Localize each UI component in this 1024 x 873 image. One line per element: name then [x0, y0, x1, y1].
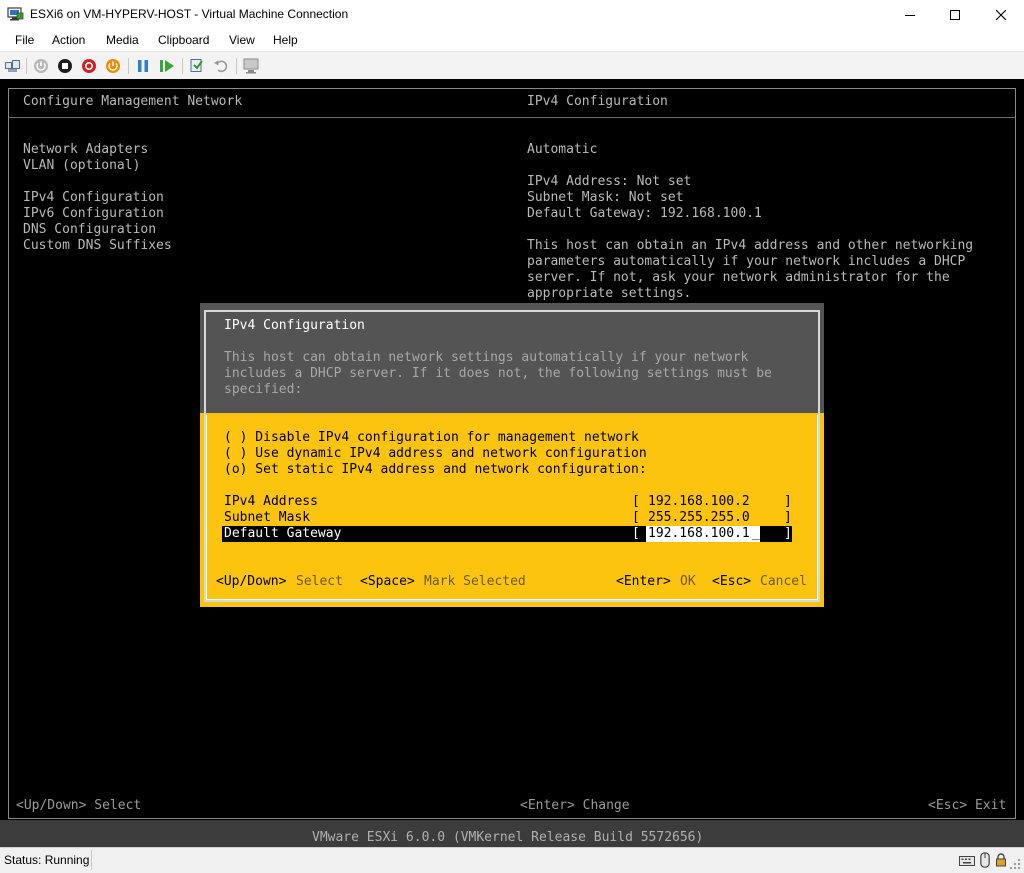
pause-button[interactable] — [134, 57, 152, 75]
status-bar: Status: Running — [0, 847, 1024, 873]
menu-action[interactable]: Action — [52, 33, 85, 47]
ctrl-alt-del-icon — [5, 60, 20, 72]
toolbar-separator — [182, 58, 183, 74]
default-gateway-field[interactable]: 192.168.100.1 — [648, 526, 750, 542]
toolbar-separator — [26, 58, 27, 74]
info-description-line: appropriate settings. — [527, 286, 692, 301]
hint-space-key: <Space> — [360, 574, 415, 589]
ipv4-address-label: IPv4 Address — [224, 494, 318, 509]
menu-view[interactable]: View — [229, 33, 255, 47]
start-icon — [34, 59, 48, 73]
status-divider — [91, 850, 92, 870]
hint-esc-key[interactable]: <Esc> — [712, 574, 751, 590]
minimize-button[interactable] — [887, 0, 933, 29]
vm-console-screen[interactable]: Configure Management Network IPv4 Config… — [0, 79, 1024, 847]
dialog-title: IPv4 Configuration — [224, 318, 365, 333]
default-gateway-bracket-open: [ — [632, 526, 640, 541]
enhanced-session-icon — [243, 58, 259, 74]
info-description-line: server. If not, ask your network adminis… — [527, 270, 950, 285]
hint-updown-key: <Up/Down> — [216, 574, 287, 589]
menu-vlan[interactable]: VLAN (optional) — [23, 158, 140, 174]
revert-button[interactable] — [212, 57, 230, 75]
ipv4-address-bracket-open: [ — [632, 494, 640, 509]
right-panel-title: IPv4 Configuration — [527, 94, 668, 109]
text-cursor: _ — [752, 526, 760, 541]
vm-status: Status: Running — [4, 853, 90, 867]
menu-help[interactable]: Help — [273, 33, 298, 47]
footer-change-hint: <Enter> Change — [520, 798, 630, 813]
hint-space-label: Mark Selected — [424, 574, 526, 589]
info-description-line: This host can obtain an IPv4 address and… — [527, 238, 974, 253]
hint-enter-label[interactable]: OK — [680, 574, 696, 590]
footer-select-hint: <Up/Down> Select — [16, 798, 142, 813]
revert-icon — [214, 60, 228, 73]
hint-enter-key[interactable]: <Enter> — [616, 574, 671, 590]
window-title: ESXi6 on VM-HYPERV-HOST - Virtual Machin… — [30, 7, 349, 21]
menu-ipv4-configuration[interactable]: IPv4 Configuration — [23, 190, 164, 206]
subnet-mask-field[interactable]: 255.255.255.0 — [648, 510, 750, 526]
dialog-description-line: includes a DHCP server. If it does not, … — [224, 366, 772, 381]
checkpoint-button[interactable] — [188, 57, 206, 75]
turn-off-icon — [58, 59, 72, 73]
ipv4-mode: Automatic — [527, 142, 598, 157]
hint-updown-label: Select — [296, 574, 343, 589]
left-panel-title: Configure Management Network — [23, 94, 243, 109]
esxi-version: VMware ESXi 6.0.0 (VMKernel Release Buil… — [312, 830, 704, 845]
subnet-mask-bracket-open: [ — [632, 510, 640, 525]
menu-dns-configuration[interactable]: DNS Configuration — [23, 222, 156, 238]
maximize-icon — [950, 9, 960, 20]
lock-icon — [995, 853, 1007, 872]
mouse-icon — [980, 852, 990, 873]
hint-esc-label[interactable]: Cancel — [760, 574, 807, 590]
default-gateway-bracket-close: ] — [784, 526, 792, 541]
start-button[interactable] — [32, 57, 50, 75]
minimize-icon — [905, 14, 915, 16]
toolbar — [0, 51, 1024, 79]
option-dynamic-ipv4[interactable]: ( ) Use dynamic IPv4 address and network… — [224, 446, 647, 462]
ipv4-address-field[interactable]: 192.168.100.2 — [648, 494, 750, 510]
default-gateway-label: Default Gateway — [224, 526, 342, 541]
pause-icon — [138, 60, 148, 72]
menu-media[interactable]: Media — [106, 33, 139, 47]
subnet-mask-bracket-close: ] — [784, 510, 792, 525]
shut-down-icon — [82, 59, 96, 73]
ipv4-address-bracket-close: ] — [784, 494, 792, 509]
toolbar-separator — [236, 58, 237, 74]
menu-ipv6-configuration[interactable]: IPv6 Configuration — [23, 206, 164, 222]
default-gateway-info: Default Gateway: 192.168.100.1 — [527, 206, 762, 221]
turn-off-button[interactable] — [56, 57, 74, 75]
footer-exit-hint: <Esc> Exit — [928, 798, 1007, 813]
save-icon — [106, 59, 120, 73]
dialog-description-line: This host can obtain network settings au… — [224, 350, 749, 365]
shut-down-button[interactable] — [80, 57, 98, 75]
toolbar-separator — [128, 58, 129, 74]
menu-network-adapters[interactable]: Network Adapters — [23, 142, 148, 158]
menu-clipboard[interactable]: Clipboard — [158, 33, 209, 47]
resume-icon — [160, 60, 174, 72]
close-button[interactable] — [978, 0, 1024, 29]
checkpoint-icon — [190, 59, 203, 72]
subnet-mask-label: Subnet Mask — [224, 510, 311, 525]
close-icon — [996, 9, 1006, 20]
maximize-button[interactable] — [932, 0, 978, 29]
enhanced-session-button[interactable] — [243, 57, 261, 75]
option-disable-ipv4[interactable]: ( ) Disable IPv4 configuration for manag… — [224, 430, 639, 446]
dcui-header-divider — [9, 117, 1015, 118]
ipv4-address-info: IPv4 Address: Not set — [527, 174, 692, 189]
resume-button[interactable] — [158, 57, 176, 75]
subnet-mask-info: Subnet Mask: Not set — [527, 190, 684, 205]
keyboard-icon — [959, 854, 975, 872]
vm-connection-icon — [7, 7, 24, 21]
title-bar[interactable]: ESXi6 on VM-HYPERV-HOST - Virtual Machin… — [0, 0, 1024, 29]
menu-custom-dns-suffixes[interactable]: Custom DNS Suffixes — [23, 238, 172, 254]
option-static-ipv4[interactable]: (o) Set static IPv4 address and network … — [224, 462, 647, 478]
save-button[interactable] — [104, 57, 122, 75]
resize-grip-icon[interactable] — [1010, 858, 1022, 873]
info-description-line: parameters automatically if your network… — [527, 254, 966, 269]
menu-bar: File Action Media Clipboard View Help — [0, 29, 1024, 51]
ctrl-alt-del-button[interactable] — [4, 57, 22, 75]
dialog-description-line: specified: — [224, 382, 303, 397]
menu-file[interactable]: File — [15, 33, 34, 47]
